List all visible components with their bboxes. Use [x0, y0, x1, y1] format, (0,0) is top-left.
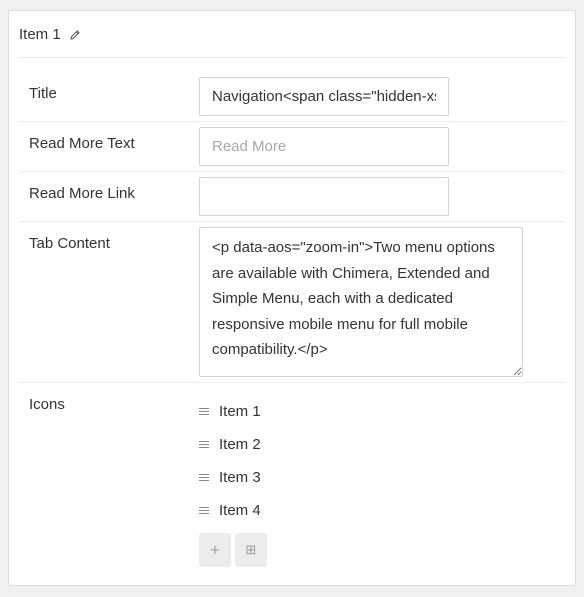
list-item[interactable]: Item 2	[199, 428, 261, 461]
drag-handle-icon[interactable]	[199, 441, 209, 448]
item-panel: Item 1 Title Read More Text Read More Li…	[8, 10, 576, 586]
list-item[interactable]: Item 1	[199, 395, 261, 428]
list-item[interactable]: Item 4	[199, 494, 261, 527]
icon-list: Item 1 Item 2 Item 3 Item 4	[199, 395, 261, 527]
read-more-link-row: Read More Link	[19, 172, 565, 222]
add-item-button[interactable]: +	[199, 533, 231, 567]
tab-content-row: Tab Content <p data-aos="zoom-in">Two me…	[19, 222, 565, 383]
panel-header: Item 1	[19, 11, 565, 58]
pencil-icon[interactable]	[69, 28, 81, 40]
drag-handle-icon[interactable]	[199, 408, 209, 415]
tab-content-textarea[interactable]: <p data-aos="zoom-in">Two menu options a…	[199, 227, 523, 377]
list-item[interactable]: Item 3	[199, 461, 261, 494]
list-item-label: Item 2	[219, 436, 261, 453]
title-label: Title	[29, 85, 57, 102]
grid-select-button[interactable]: ⊞	[235, 533, 267, 567]
tab-content-label: Tab Content	[29, 235, 110, 252]
drag-handle-icon[interactable]	[199, 507, 209, 514]
title-input[interactable]	[199, 77, 449, 116]
read-more-text-input[interactable]	[199, 127, 449, 166]
panel-title: Item 1	[19, 25, 61, 43]
grid-icon: ⊞	[245, 542, 257, 558]
list-item-label: Item 1	[219, 403, 261, 420]
list-item-label: Item 3	[219, 469, 261, 486]
icons-row: Icons Item 1 Item 2 Item 3 Item 4 + ⊞	[19, 383, 565, 583]
plus-icon: +	[209, 542, 221, 558]
drag-handle-icon[interactable]	[199, 474, 209, 481]
read-more-link-input[interactable]	[199, 177, 449, 216]
icons-label: Icons	[29, 396, 65, 413]
read-more-text-row: Read More Text	[19, 122, 565, 172]
list-item-label: Item 4	[219, 502, 261, 519]
read-more-text-label: Read More Text	[29, 135, 135, 152]
icon-list-actions: + ⊞	[199, 533, 267, 567]
title-row: Title	[19, 68, 565, 122]
read-more-link-label: Read More Link	[29, 185, 135, 202]
